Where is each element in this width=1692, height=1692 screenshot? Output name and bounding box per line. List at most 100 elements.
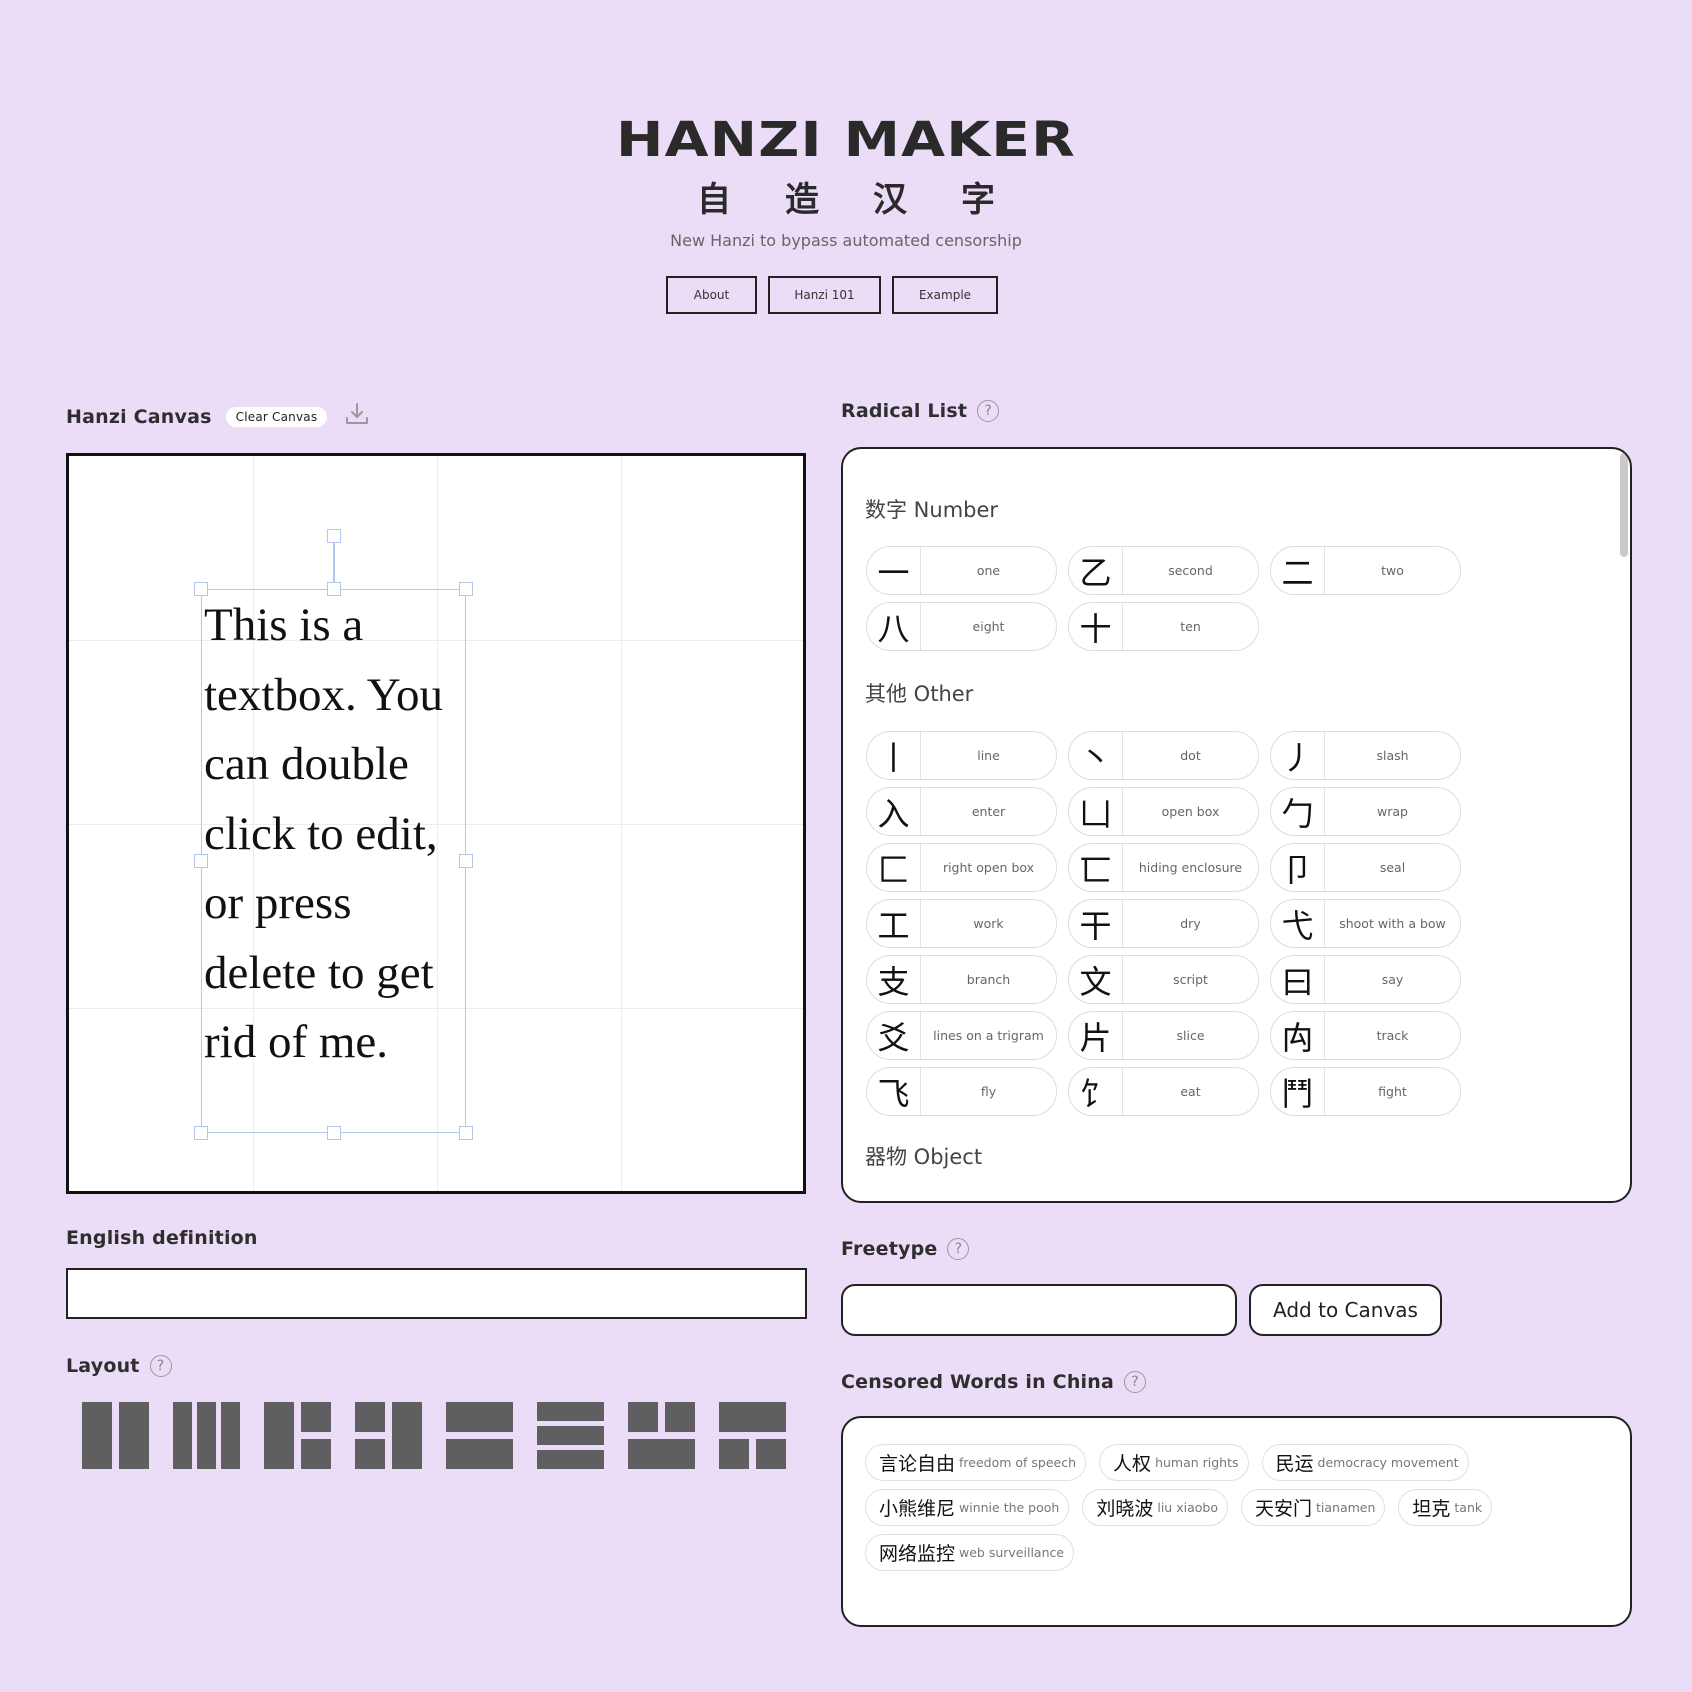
- radical-char: 丿: [1271, 732, 1325, 779]
- censored-word-en: freedom of speech: [959, 1455, 1077, 1470]
- radical-pill[interactable]: 弋 shoot with a bow: [1270, 899, 1461, 948]
- layout-split-left-and-right[interactable]: [355, 1402, 422, 1469]
- layout-three-rows[interactable]: [537, 1402, 604, 1469]
- radical-pill[interactable]: 卩 seal: [1270, 843, 1461, 892]
- radical-pill[interactable]: 匚 right open box: [866, 843, 1057, 892]
- radical-char: 匚: [867, 844, 921, 891]
- radical-pill[interactable]: 支 branch: [866, 955, 1057, 1004]
- radical-pill[interactable]: 八 eight: [866, 602, 1057, 651]
- freetype-input[interactable]: [841, 1284, 1237, 1336]
- radical-meaning: ten: [1180, 619, 1201, 634]
- resize-handle[interactable]: [459, 854, 473, 868]
- site-title[interactable]: HANZI MAKER: [0, 112, 1692, 168]
- download-icon[interactable]: [343, 400, 371, 433]
- definition-input[interactable]: [66, 1268, 807, 1319]
- resize-handle[interactable]: [194, 1126, 208, 1140]
- censored-word-chip[interactable]: 言论自由 freedom of speech: [865, 1444, 1087, 1481]
- add-to-canvas-button[interactable]: Add to Canvas: [1249, 1284, 1442, 1336]
- radical-meaning: fight: [1378, 1084, 1407, 1099]
- radical-char: 支: [867, 956, 921, 1003]
- radical-pill[interactable]: 丨 line: [866, 731, 1057, 780]
- layout-two-rows[interactable]: [446, 1402, 513, 1469]
- resize-handle[interactable]: [194, 854, 208, 868]
- radical-pill[interactable]: 工 work: [866, 899, 1057, 948]
- layout-three-columns[interactable]: [173, 1402, 240, 1469]
- radical-meaning: one: [976, 563, 1001, 578]
- radical-pill[interactable]: 丿 slash: [1270, 731, 1461, 780]
- censored-label: Censored Words in China: [841, 1371, 1115, 1393]
- radical-pill[interactable]: 乙 second: [1068, 546, 1259, 595]
- help-icon[interactable]: ?: [947, 1238, 970, 1260]
- resize-handle[interactable]: [194, 582, 208, 596]
- radical-meaning: shoot with a bow: [1339, 916, 1446, 931]
- rotation-handle[interactable]: [327, 529, 341, 543]
- censored-word-chip[interactable]: 网络监控 web surveillance: [865, 1534, 1075, 1571]
- radical-pill[interactable]: 一 one: [866, 546, 1057, 595]
- censored-word-en: human rights: [1155, 1455, 1239, 1470]
- censored-word-chip[interactable]: 刘晓波 liu xiaobo: [1082, 1489, 1228, 1526]
- canvas-textbox[interactable]: This is a textbox. You can double click …: [204, 591, 474, 1078]
- layout-section-header: Layout ?: [66, 1355, 172, 1377]
- about-button[interactable]: About: [666, 276, 757, 314]
- radical-pill[interactable]: 丶 dot: [1068, 731, 1259, 780]
- help-icon[interactable]: ?: [977, 400, 1000, 422]
- censored-word-zh: 民运: [1275, 1453, 1314, 1475]
- clear-canvas-button[interactable]: Clear Canvas: [225, 406, 328, 427]
- radical-pill[interactable]: 文 script: [1068, 955, 1259, 1004]
- radical-pill[interactable]: 鬥 fight: [1270, 1067, 1461, 1116]
- censored-word-zh: 坦克: [1412, 1498, 1451, 1520]
- top-nav: About Hanzi 101 Example: [666, 276, 998, 314]
- resize-handle[interactable]: [327, 582, 341, 596]
- layout-options: [82, 1402, 786, 1469]
- resize-handle[interactable]: [327, 1126, 341, 1140]
- censored-word-chip[interactable]: 天安门 tianamen: [1240, 1489, 1386, 1526]
- resize-handle[interactable]: [459, 1126, 473, 1140]
- resize-handle[interactable]: [459, 582, 473, 596]
- freetype-section-header: Freetype ?: [841, 1238, 970, 1260]
- radical-pill[interactable]: 匸 hiding enclosure: [1068, 843, 1259, 892]
- censored-word-chip[interactable]: 民运 democracy movement: [1261, 1444, 1469, 1481]
- radical-pill[interactable]: 饣 eat: [1068, 1067, 1259, 1116]
- tagline: New Hanzi to bypass automated censorship: [670, 231, 1022, 250]
- radical-pill[interactable]: 片 slice: [1068, 1011, 1259, 1060]
- censored-word-chip[interactable]: 小熊维尼 winnie the pooh: [865, 1489, 1070, 1526]
- censored-word-en: web surveillance: [959, 1545, 1065, 1560]
- radical-pill[interactable]: 凵 open box: [1068, 787, 1259, 836]
- layout-two-columns[interactable]: [82, 1402, 149, 1469]
- layout-two-top-one-bottom[interactable]: [628, 1402, 695, 1469]
- hanzi-canvas[interactable]: This is a textbox. You can double click …: [66, 453, 806, 1194]
- radical-meaning: second: [1168, 563, 1213, 578]
- example-button[interactable]: Example: [892, 276, 998, 314]
- radical-meaning: seal: [1379, 860, 1406, 875]
- radical-char: 一: [867, 547, 921, 594]
- radical-char: 卩: [1271, 844, 1325, 891]
- radical-char: 片: [1069, 1012, 1123, 1059]
- radical-pill[interactable]: 十 ten: [1068, 602, 1259, 651]
- freetype-label: Freetype: [841, 1238, 938, 1260]
- radical-char: 八: [867, 603, 921, 650]
- layout-left-and-split-right[interactable]: [264, 1402, 331, 1469]
- radical-pill[interactable]: 禸 track: [1270, 1011, 1461, 1060]
- radical-pill[interactable]: 曰 say: [1270, 955, 1461, 1004]
- radical-pill[interactable]: 二 two: [1270, 546, 1461, 595]
- radical-char: 乙: [1069, 547, 1123, 594]
- layout-one-top-two-bottom[interactable]: [719, 1402, 786, 1469]
- radical-pill[interactable]: 爻 lines on a trigram: [866, 1011, 1057, 1060]
- censored-word-en: tank: [1454, 1500, 1483, 1515]
- radical-char: 十: [1069, 603, 1123, 650]
- radical-pill[interactable]: 干 dry: [1068, 899, 1259, 948]
- censored-word-chip[interactable]: 人权 human rights: [1099, 1444, 1249, 1481]
- help-icon[interactable]: ?: [1124, 1371, 1147, 1393]
- help-icon[interactable]: ?: [149, 1355, 172, 1377]
- subtitle-char: 字: [961, 180, 995, 220]
- radical-section-header: Radical List ?: [841, 400, 1000, 422]
- radical-pill[interactable]: 勹 wrap: [1270, 787, 1461, 836]
- scrollbar[interactable]: [1620, 453, 1628, 557]
- radical-pill[interactable]: 入 enter: [866, 787, 1057, 836]
- censored-word-chip[interactable]: 坦克 tank: [1398, 1489, 1493, 1526]
- subtitle-char: 造: [785, 180, 819, 220]
- radical-meaning: open box: [1161, 804, 1220, 819]
- hanzi-101-button[interactable]: Hanzi 101: [768, 276, 881, 314]
- radical-pill[interactable]: 飞 fly: [866, 1067, 1057, 1116]
- radical-list-panel[interactable]: 数字 Number 一 one 乙 second 二 two 八 eight 十 ten 其他 O…: [841, 447, 1632, 1203]
